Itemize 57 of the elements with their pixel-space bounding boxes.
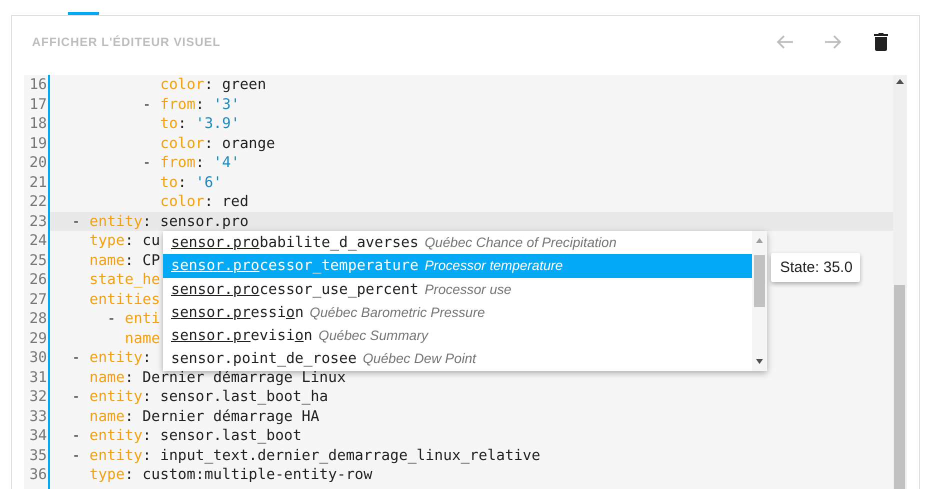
- scroll-up-icon[interactable]: [896, 79, 904, 84]
- code-line: name: [124, 328, 160, 348]
- code-line: - from: '3': [141, 94, 240, 114]
- line-number: 18: [28, 114, 48, 134]
- line-number: 31: [28, 368, 48, 387]
- code-line: type: cu: [88, 231, 160, 250]
- line-number: 16: [28, 75, 48, 94]
- line-number: 26: [28, 270, 48, 290]
- code-line: color: green: [159, 75, 266, 94]
- code-line: - enti: [106, 309, 160, 328]
- code-line: - entity: input_text.dernier_demarrage_linux_relative: [70, 446, 540, 465]
- forward-arrow-icon: [824, 34, 842, 50]
- code-line: name: Dernier démarrage HA: [88, 406, 320, 426]
- code-line: entities: [88, 290, 160, 309]
- code-line: type: custom:multiple-entity-row: [88, 465, 372, 484]
- line-number: 33: [28, 406, 48, 426]
- code-line: - entity: sensor.last_boot_ha: [70, 387, 328, 406]
- code-line: color: red: [159, 192, 249, 212]
- tab-indicator: [68, 12, 99, 15]
- scrollbar-thumb[interactable]: [754, 255, 765, 307]
- line-number: 36: [28, 465, 48, 484]
- trash-icon: [874, 32, 888, 50]
- code-line: - from: '4': [141, 153, 240, 172]
- code-line: - entity:: [70, 348, 152, 368]
- line-number: 22: [28, 192, 48, 212]
- suggestion-item[interactable]: sensor.probabilite_d_averses Québec Chance of Precipitation: [163, 231, 752, 254]
- code-line: name: CP: [88, 250, 160, 270]
- code-line: to: '6': [159, 172, 222, 192]
- line-number: 24: [28, 231, 48, 250]
- back-arrow-icon: [776, 34, 794, 50]
- line-number: 30: [28, 348, 48, 368]
- line-number: 28: [28, 309, 48, 328]
- suggestion-item[interactable]: sensor.processor_use_percent Processor use: [163, 278, 752, 301]
- line-number: 32: [28, 387, 48, 406]
- scrollbar[interactable]: [893, 75, 907, 489]
- scrollbar-thumb[interactable]: [894, 285, 905, 489]
- suggestion-item[interactable]: sensor.prevision Québec Summary: [163, 324, 752, 348]
- code-line: - entity: sensor.pro: [70, 212, 249, 231]
- code-editor[interactable]: [24, 75, 907, 489]
- line-number: 20: [28, 153, 48, 172]
- scroll-down-icon[interactable]: [756, 359, 763, 364]
- line-number: 27: [28, 290, 48, 309]
- line-number: 21: [28, 172, 48, 192]
- line-number: 29: [28, 328, 48, 348]
- line-number: 34: [28, 426, 48, 446]
- suggestion-item[interactable]: sensor.pression Québec Barometric Pressure: [163, 300, 752, 324]
- scrollbar[interactable]: [752, 231, 767, 371]
- code-line: - entity: sensor.last_boot: [70, 426, 302, 446]
- line-number: 35: [28, 446, 48, 465]
- code-line: to: '3.9': [159, 114, 240, 134]
- code-line: state_he: [88, 270, 160, 290]
- line-number: 25: [28, 250, 48, 270]
- line-number: 19: [28, 134, 48, 153]
- tooltip: State: 35.0: [771, 253, 860, 282]
- code-line: color: orange: [159, 134, 276, 153]
- line-number: 17: [28, 94, 48, 114]
- line-number: 23: [28, 212, 48, 231]
